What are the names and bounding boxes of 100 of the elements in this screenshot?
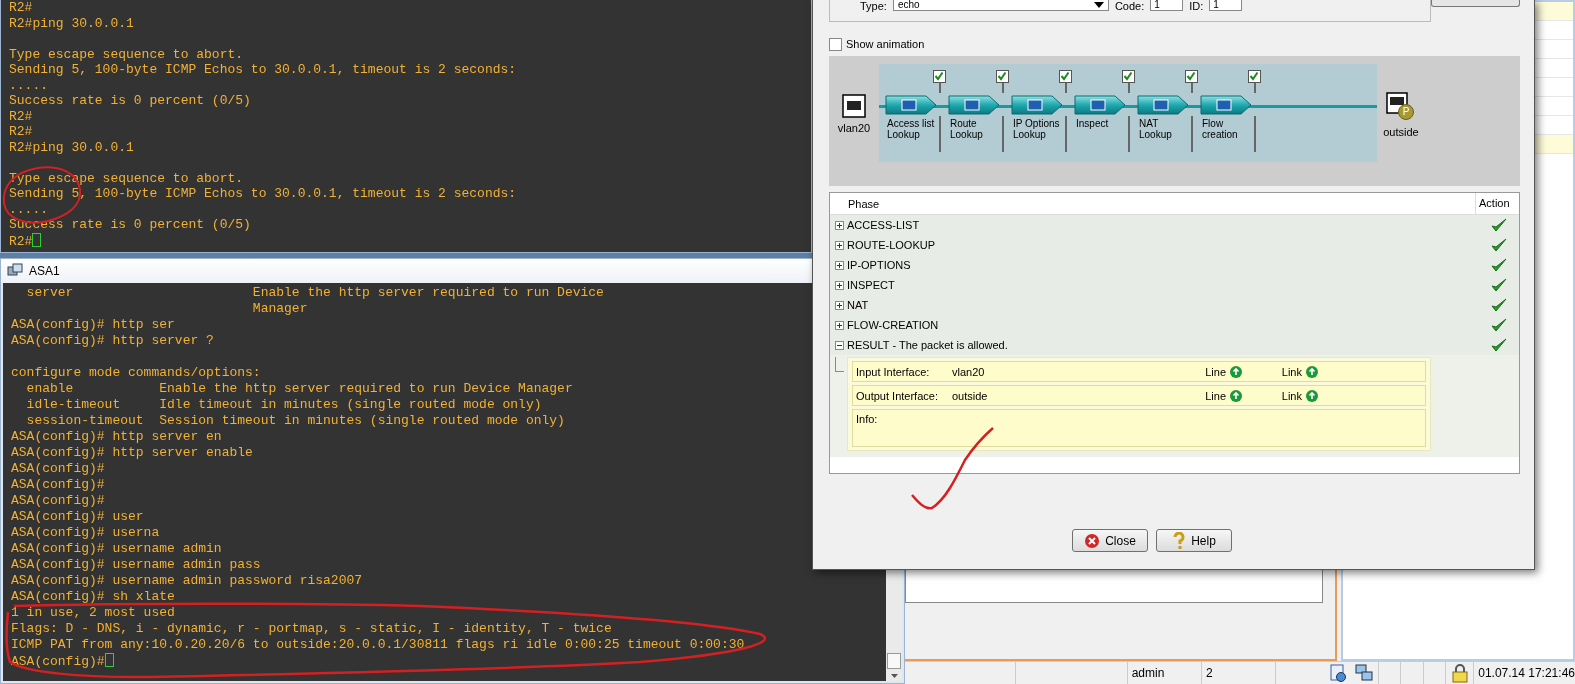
close-button[interactable]: Close <box>1072 529 1148 552</box>
stage-checkbox[interactable] <box>1185 70 1198 83</box>
code-label: Code: <box>1114 0 1145 12</box>
process-step-icon[interactable] <box>1200 94 1252 116</box>
terminal-line: ASA(config)# userna <box>11 525 160 541</box>
stage-label: Inspect <box>1076 118 1109 129</box>
terminal-line: R2# <box>9 232 42 248</box>
dropdown-caret-icon <box>1093 2 1104 8</box>
phase-name: IP-OPTIONS <box>847 259 912 271</box>
stage-label: Route Lookup <box>950 118 983 140</box>
terminal-line: ASA(config)# <box>11 477 105 493</box>
stage-label: IP Options Lookup <box>1013 118 1060 140</box>
checkbox-square[interactable] <box>829 37 842 51</box>
terminal-line: R2#ping 30.0.0.1 <box>9 15 134 31</box>
link-label: Link <box>1280 389 1302 402</box>
process-step-icon[interactable] <box>1011 94 1063 116</box>
process-step-icon[interactable] <box>948 94 1000 116</box>
terminal-line: ASA(config)# <box>11 461 105 477</box>
status-count: 2 <box>1206 666 1213 680</box>
type-dropdown[interactable]: echo <box>892 0 1109 11</box>
id-label: ID: <box>1189 0 1204 12</box>
process-step-icon[interactable] <box>1137 94 1189 116</box>
help-icon <box>1172 531 1187 550</box>
expand-icon[interactable] <box>835 260 844 270</box>
destination-interface-label: outside <box>1383 126 1419 138</box>
collapse-icon[interactable] <box>835 340 844 350</box>
stage-checkbox[interactable] <box>1059 70 1072 83</box>
stage-checkbox[interactable] <box>1122 70 1135 83</box>
close-icon <box>1084 532 1101 549</box>
terminal-line: ASA(config)# <box>11 493 105 509</box>
interface-label: Input Interface: <box>856 365 931 378</box>
terminal-line: Success rate is 0 percent (0/5) <box>9 93 251 109</box>
terminal-line: ICMP PAT from any:10.0.20.20/6 to outside:20.0.0.1/30811 flags ri idle 0:00:25 timeout 0:00:30 <box>11 637 745 653</box>
expand-icon[interactable] <box>835 300 844 310</box>
code-field[interactable]: 1 <box>1150 0 1184 11</box>
terminal-line: R2# <box>9 0 33 16</box>
phase-row[interactable]: RESULT - The packet is allowed. <box>830 335 1519 355</box>
phase-name: FLOW-CREATION <box>847 319 940 331</box>
expand-icon[interactable] <box>835 320 844 330</box>
type-label: Type: <box>860 0 887 12</box>
phase-name: RESULT - The packet is allowed. <box>847 339 1009 351</box>
phase-row[interactable]: ACCESS-LIST <box>830 215 1519 235</box>
phase-row[interactable]: NAT <box>830 295 1519 315</box>
link-label: Link <box>1280 365 1302 378</box>
terminal-line: ..... <box>9 77 48 93</box>
terminal-line: 1 in use, 2 most used <box>11 605 175 621</box>
phase-row[interactable]: INSPECT <box>830 275 1519 295</box>
expand-icon[interactable] <box>835 220 844 230</box>
terminal-line: Type escape sequence to abort. <box>9 46 244 62</box>
terminal-line: ASA(config)# sh xlate <box>11 589 175 605</box>
status-user: admin <box>1131 666 1165 680</box>
expand-icon[interactable] <box>835 240 844 250</box>
status-datetime: 01.07.14 17:21:46 <box>1477 666 1575 680</box>
interface-name: outside <box>952 389 989 402</box>
window-title: ASA1 <box>29 264 60 278</box>
interface-label: Output Interface: <box>856 389 939 402</box>
phase-name: ROUTE-LOOKUP <box>847 239 936 251</box>
terminal-line: ASA(config)# username admin <box>11 541 222 557</box>
stage-checkbox[interactable] <box>1248 70 1261 83</box>
terminal-line: ASA(config)# http ser <box>11 317 175 333</box>
process-step-icon[interactable] <box>1074 94 1126 116</box>
phase-name: NAT <box>847 299 870 311</box>
terminal-line: Sending 5, 100-byte ICMP Echos to 30.0.0.1, timeout is 2 seconds: <box>9 62 517 78</box>
status-up-icon <box>1306 365 1318 378</box>
show-animation-checkbox[interactable]: Show animation <box>829 36 1520 52</box>
terminal-line: ..... <box>9 201 48 217</box>
status-up-icon <box>1306 389 1318 402</box>
phase-name: INSPECT <box>847 279 896 291</box>
terminal-line: idle-timeout Idle timeout in minutes (single routed mode only) <box>25 397 542 413</box>
help-button[interactable]: Help <box>1156 529 1232 552</box>
terminal-line: Flags: D - DNS, i - dynamic, r - portmap, s - static, I - identity, T - twice <box>11 621 612 637</box>
terminal-line: ASA(config)# user <box>11 509 144 525</box>
terminal-line: server Enable the http server required to run Device <box>25 285 604 301</box>
terminal-icon <box>7 263 23 279</box>
column-header: Action <box>1475 193 1519 214</box>
stage-checkbox[interactable] <box>933 70 946 83</box>
phase-row[interactable]: IP-OPTIONS <box>830 255 1519 275</box>
phase-row[interactable]: FLOW-CREATION <box>830 315 1519 335</box>
phase-name: ACCESS-LIST <box>847 219 921 231</box>
terminal-line: session-timeout Session timeout in minutes (single routed mode only) <box>25 413 565 429</box>
terminal-line: ASA(config)# http server en <box>11 429 222 445</box>
process-step-icon[interactable] <box>885 94 937 116</box>
phase-row[interactable]: ROUTE-LOOKUP <box>830 235 1519 255</box>
interface-port-icon <box>842 94 866 118</box>
terminal-line: ASA(config)# http server ? <box>11 333 214 349</box>
terminal-line: R2# <box>9 124 33 140</box>
terminal-line: Manager <box>251 301 308 317</box>
stage-checkbox[interactable] <box>996 70 1009 83</box>
id-field[interactable]: 1 <box>1209 0 1243 11</box>
source-interface-label: vlan20 <box>837 122 871 134</box>
scroll-thumb[interactable] <box>887 653 901 669</box>
document-icon[interactable] <box>1327 663 1348 683</box>
scroll-down-icon[interactable] <box>889 673 899 679</box>
terminal-line: enable Enable the http server required to run Device Manager <box>25 381 573 397</box>
expand-icon[interactable] <box>835 280 844 290</box>
terminal-line: ASA(config)# username admin pass <box>11 557 261 573</box>
lock-icon <box>1450 663 1469 683</box>
interface-port-icon <box>1386 92 1408 114</box>
network-icon[interactable] <box>1353 663 1374 683</box>
stage-label: NAT Lookup <box>1139 118 1172 140</box>
